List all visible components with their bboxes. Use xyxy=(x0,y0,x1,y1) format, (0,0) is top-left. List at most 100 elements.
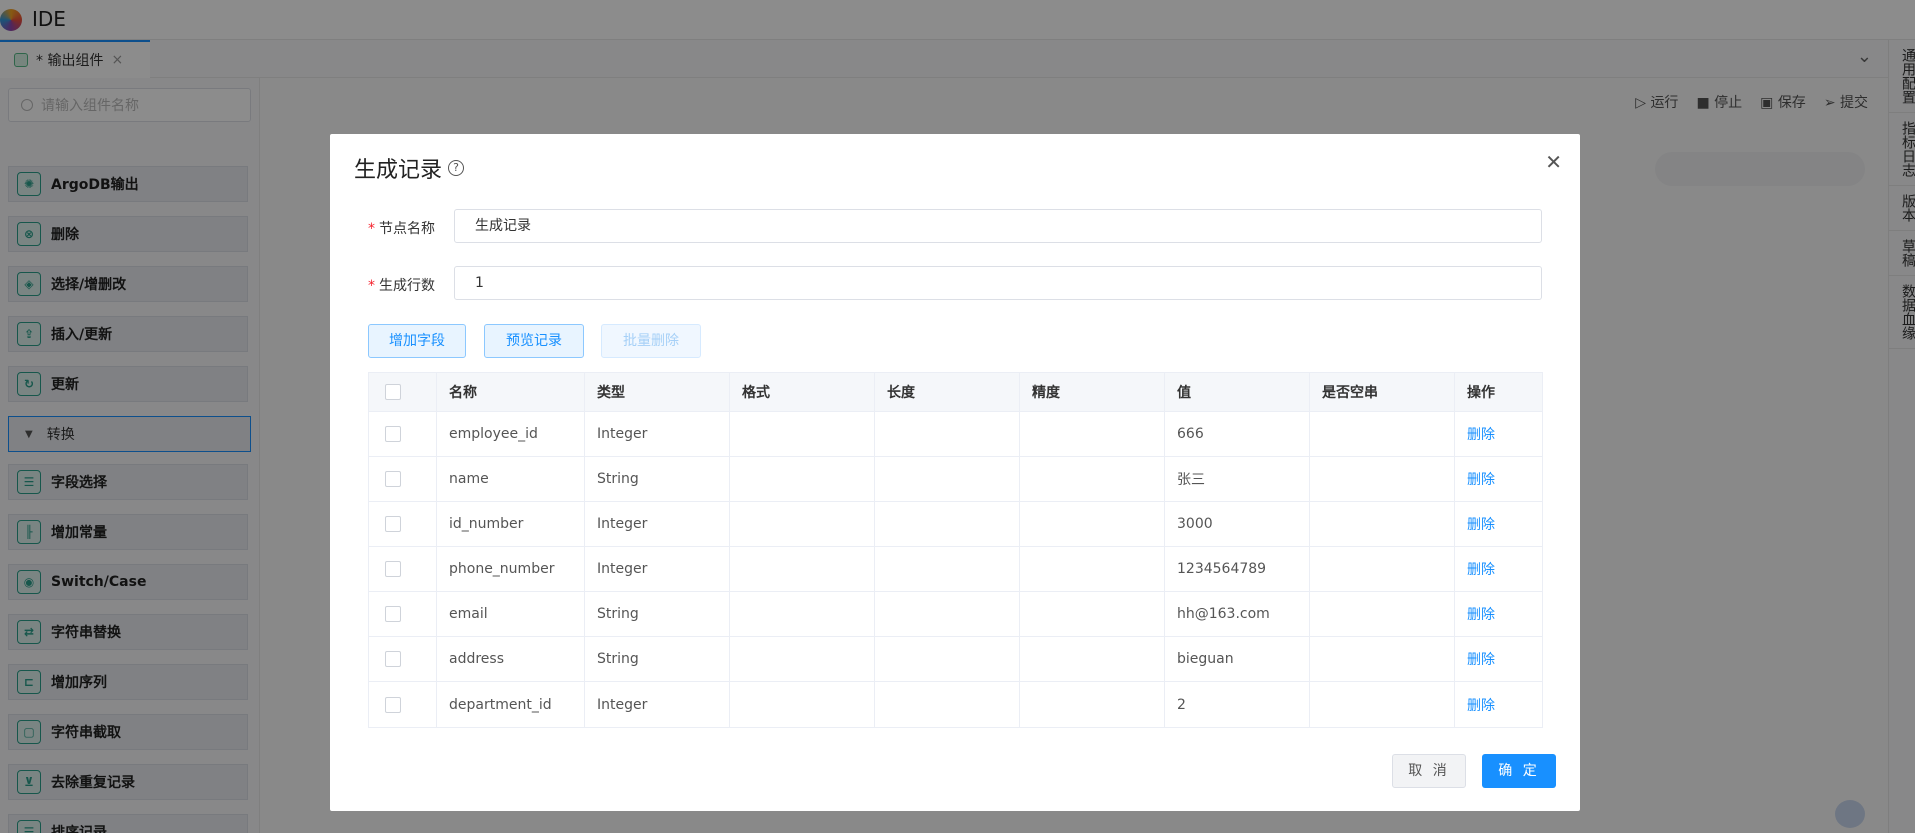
table-cell-value: 1234564789 xyxy=(1165,547,1310,591)
table-cell-value: bieguan xyxy=(1165,637,1310,681)
table-cell-name: address xyxy=(437,637,585,681)
table-cell-format xyxy=(730,547,875,591)
table-cell-type: Integer xyxy=(585,502,730,546)
close-icon[interactable]: ✕ xyxy=(1545,150,1562,174)
row-checkbox[interactable] xyxy=(385,606,401,622)
table-cell-name: employee_id xyxy=(437,412,585,456)
delete-row-link[interactable]: 删除 xyxy=(1455,637,1542,681)
table-cell-format xyxy=(730,682,875,727)
node-name-label-text: 节点名称 xyxy=(379,221,435,237)
table-cell-type: String xyxy=(585,592,730,636)
table-cell-value: 666 xyxy=(1165,412,1310,456)
table-cell-empty xyxy=(1310,412,1455,456)
generate-record-dialog: 生成记录 ? ✕ * 节点名称 生成记录 * 生成行数 1 增加字段 预览记录 批量… xyxy=(330,134,1580,811)
node-name-label: * 节点名称 xyxy=(368,221,435,237)
add-field-button[interactable]: 增加字段 xyxy=(368,324,466,358)
delete-row-link[interactable]: 删除 xyxy=(1455,502,1542,546)
row-count-label-text: 生成行数 xyxy=(379,278,435,294)
table-row: department_id Integer 2 删除 xyxy=(369,682,1542,727)
table-cell-value: 2 xyxy=(1165,682,1310,727)
header-cell: 类型 xyxy=(585,373,730,411)
row-checkbox-cell xyxy=(369,547,437,591)
table-cell-type: Integer xyxy=(585,682,730,727)
table-cell-name: email xyxy=(437,592,585,636)
table-cell-empty xyxy=(1310,547,1455,591)
select-all-checkbox[interactable] xyxy=(385,384,401,400)
header-cell: 值 xyxy=(1165,373,1310,411)
row-checkbox[interactable] xyxy=(385,651,401,667)
table-cell-precision xyxy=(1020,592,1165,636)
table-cell-precision xyxy=(1020,457,1165,501)
table-cell-name: id_number xyxy=(437,502,585,546)
confirm-button[interactable]: 确 定 xyxy=(1482,754,1556,788)
table-row: address String bieguan 删除 xyxy=(369,637,1542,682)
row-checkbox-cell xyxy=(369,637,437,681)
row-count-input[interactable]: 1 xyxy=(454,266,1542,300)
table-cell-precision xyxy=(1020,412,1165,456)
row-checkbox-cell xyxy=(369,457,437,501)
row-count-label: * 生成行数 xyxy=(368,278,435,294)
delete-row-link[interactable]: 删除 xyxy=(1455,547,1542,591)
table-cell-value: 张三 xyxy=(1165,457,1310,501)
delete-row-link[interactable]: 删除 xyxy=(1455,412,1542,456)
header-cell: 长度 xyxy=(875,373,1020,411)
row-checkbox-cell xyxy=(369,592,437,636)
row-checkbox[interactable] xyxy=(385,561,401,577)
table-cell-format xyxy=(730,592,875,636)
table-cell-type: String xyxy=(585,637,730,681)
row-checkbox[interactable] xyxy=(385,426,401,442)
row-checkbox[interactable] xyxy=(385,696,401,713)
table-cell-name: name xyxy=(437,457,585,501)
batch-delete-button[interactable]: 批量删除 xyxy=(601,324,701,358)
fields-table: 名称 类型 格式 长度 精度 值 是否空串 操作 employee_id Inte… xyxy=(368,372,1543,728)
table-cell-type: Integer xyxy=(585,412,730,456)
table-cell-format xyxy=(730,637,875,681)
preview-records-button[interactable]: 预览记录 xyxy=(484,324,584,358)
table-cell-format xyxy=(730,412,875,456)
header-cell: 操作 xyxy=(1467,385,1495,401)
dialog-title-text: 生成记录 xyxy=(354,158,443,183)
row-checkbox-cell xyxy=(369,502,437,546)
table-cell-precision xyxy=(1020,637,1165,681)
row-checkbox[interactable] xyxy=(385,471,401,487)
node-name-input[interactable]: 生成记录 xyxy=(454,209,1542,243)
table-cell-format xyxy=(730,502,875,546)
table-row: phone_number Integer 1234564789 删除 xyxy=(369,547,1542,592)
table-cell-name: department_id xyxy=(437,682,585,727)
cancel-button[interactable]: 取 消 xyxy=(1392,754,1466,788)
table-cell-empty xyxy=(1310,502,1455,546)
delete-row-link[interactable]: 删除 xyxy=(1455,682,1542,727)
table-row: email String hh@163.com 删除 xyxy=(369,592,1542,637)
table-cell-empty xyxy=(1310,457,1455,501)
table-cell-precision xyxy=(1020,502,1165,546)
table-body: employee_id Integer 666 删除 name String 张三 删除 id_… xyxy=(369,412,1542,727)
table-cell-value: hh@163.com xyxy=(1165,592,1310,636)
table-cell-length xyxy=(875,592,1020,636)
help-icon[interactable]: ? xyxy=(448,160,465,176)
header-cell: 格式 xyxy=(730,373,875,411)
header-cell: 是否空串 xyxy=(1310,373,1455,411)
table-cell-length xyxy=(875,412,1020,456)
row-checkbox[interactable] xyxy=(385,516,401,532)
table-row: id_number Integer 3000 删除 xyxy=(369,502,1542,547)
delete-row-link[interactable]: 删除 xyxy=(1455,457,1542,501)
header-checkbox-cell xyxy=(369,373,437,411)
table-cell-empty xyxy=(1310,682,1455,727)
table-cell-length xyxy=(875,457,1020,501)
table-cell-type: Integer xyxy=(585,547,730,591)
table-cell-length xyxy=(875,682,1020,727)
table-cell-empty xyxy=(1310,637,1455,681)
table-cell-length xyxy=(875,502,1020,546)
table-cell-type: String xyxy=(585,457,730,501)
row-checkbox-cell xyxy=(369,682,437,727)
table-cell-format xyxy=(730,457,875,501)
table-header-row: 名称 类型 格式 长度 精度 值 是否空串 操作 xyxy=(369,373,1542,412)
header-cell: 精度 xyxy=(1020,373,1165,411)
table-cell-empty xyxy=(1310,592,1455,636)
table-cell-name: phone_number xyxy=(437,547,585,591)
table-cell-precision xyxy=(1020,547,1165,591)
delete-row-link[interactable]: 删除 xyxy=(1455,592,1542,636)
row-checkbox-cell xyxy=(369,412,437,456)
dialog-title: 生成记录 ? xyxy=(354,152,465,184)
table-cell-precision xyxy=(1020,682,1165,727)
